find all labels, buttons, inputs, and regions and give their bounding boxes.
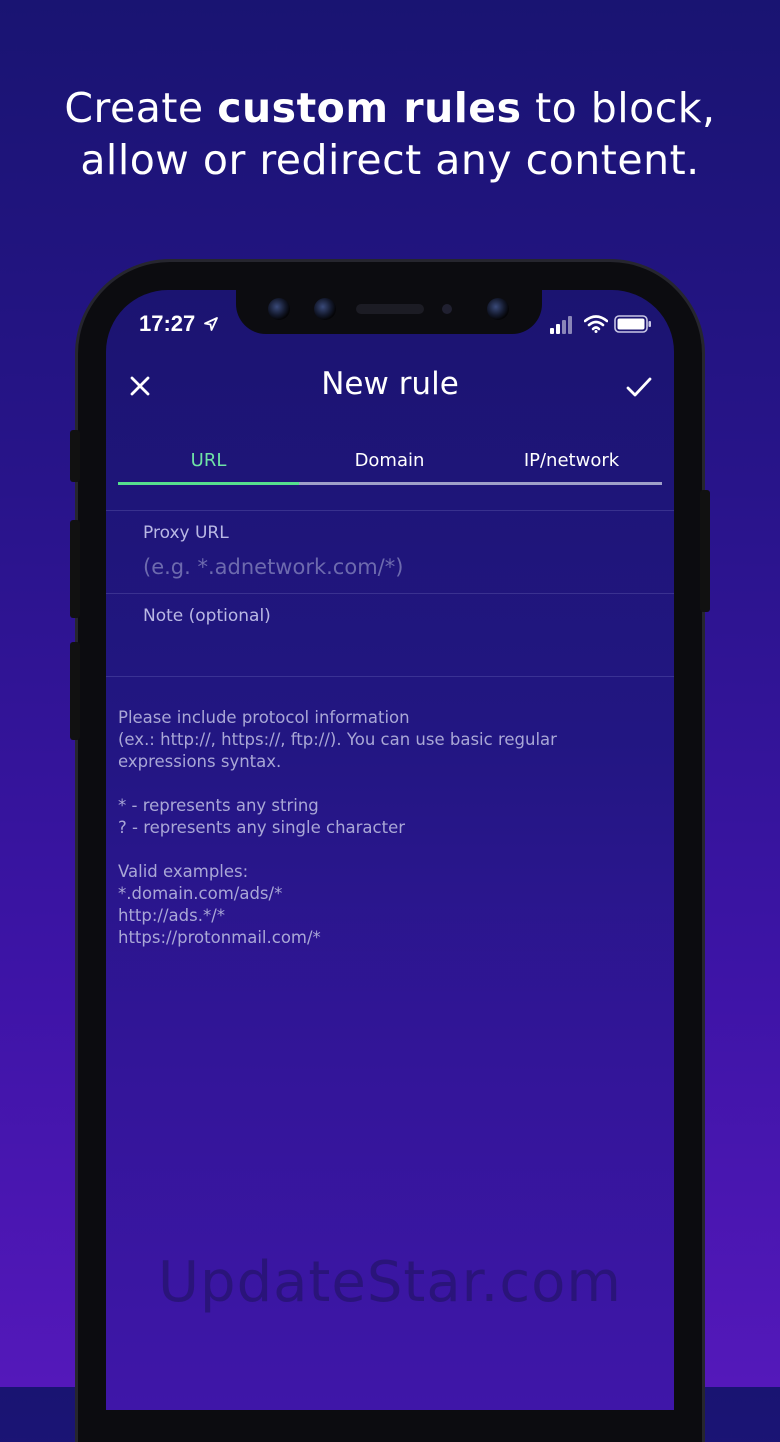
help-text: Please include protocol information (ex.… [118,707,658,949]
checkmark-icon [626,377,652,397]
mute-switch [70,430,80,482]
status-icons [550,314,654,334]
tab-active-indicator [118,482,299,485]
status-time: 17:27 [139,311,219,337]
camera-lens [268,298,290,320]
wifi-icon [584,315,608,333]
tab-ip-network[interactable]: IP/network [481,450,662,471]
headline-line-1: Create custom rules to block, [64,84,716,132]
phone-notch [236,290,542,334]
watermark: UpdateStar.com [158,1250,622,1315]
proxy-url-label: Proxy URL [143,523,229,543]
page-title: New rule [321,366,459,402]
front-camera [487,298,509,320]
earpiece-speaker [356,304,424,314]
help-example: http://ads.*/* [118,906,226,925]
help-example: https://protonmail.com/* [118,928,321,947]
headline-line-2: allow or redirect any content. [80,136,700,184]
help-examples-title: Valid examples: [118,862,249,881]
tab-domain[interactable]: Domain [299,450,480,471]
battery-icon [614,315,651,333]
help-rule-line: * - represents any string [118,796,319,815]
cellular-signal-icon [550,316,572,334]
help-intro-line: expressions syntax. [118,752,282,771]
volume-up-button [70,520,80,618]
divider [106,593,674,594]
proximity-sensor [442,304,452,314]
divider [106,676,674,677]
power-button [700,490,710,612]
help-intro-line: (ex.: http://, https://, ftp://). You ca… [118,730,557,749]
save-button[interactable] [624,372,654,402]
note-input[interactable] [143,634,643,668]
divider [106,510,674,511]
location-arrow-icon [204,317,219,331]
help-rule-line: ? - represents any single character [118,818,406,837]
headline-bold: custom rules [217,84,522,132]
promo-headline: Create custom rules to block, allow or r… [0,82,780,186]
tab-url[interactable]: URL [118,450,299,471]
camera-lens [314,298,336,320]
note-label: Note (optional) [143,606,271,626]
proxy-url-input[interactable] [143,550,643,584]
help-intro-line: Please include protocol information [118,708,410,727]
volume-down-button [70,642,80,740]
help-example: *.domain.com/ads/* [118,884,283,903]
